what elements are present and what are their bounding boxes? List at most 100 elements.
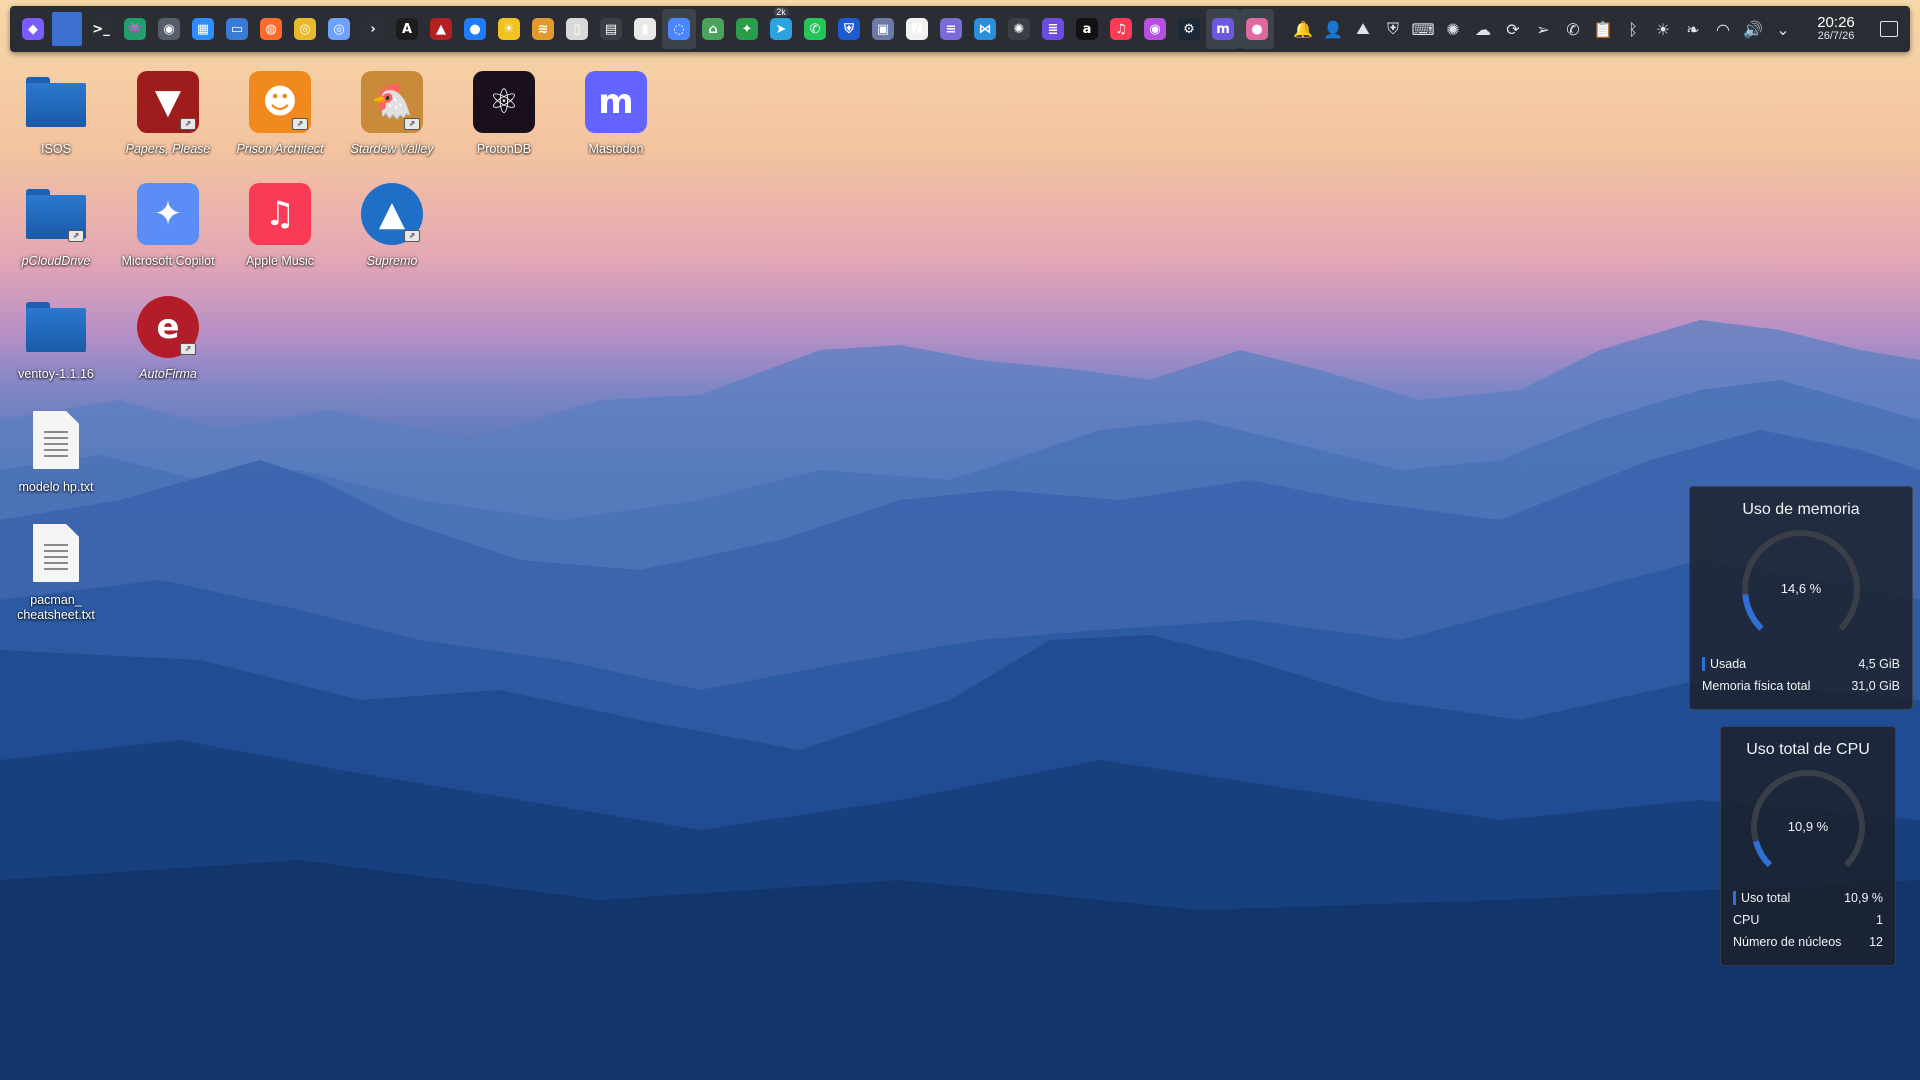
desktop-icon-autofirma[interactable]: e ⇗ AutoFirma — [116, 295, 220, 382]
taskbar-kde-launcher-button[interactable]: ◆ — [16, 9, 50, 49]
taskbar-weather-button[interactable]: ☀ — [492, 9, 526, 49]
taskbar-telegram-button[interactable]: ➤ 2k — [764, 7, 798, 49]
text-editor-icon: A — [396, 18, 418, 40]
desktop-icon-isos[interactable]: ISOS — [4, 70, 108, 157]
clipboard-icon[interactable]: 📋 — [1588, 9, 1618, 49]
show-desktop-button[interactable] — [1880, 21, 1898, 37]
desktop-icon-microsoft-copilot[interactable]: ✦ Microsoft Copilot — [116, 182, 220, 269]
taskbar-editor-button[interactable]: ≣ — [1036, 9, 1070, 49]
network-drive-icon[interactable]: ⛰ — [1348, 9, 1378, 49]
podcasts-icon: ◉ — [1144, 18, 1166, 40]
taskbar-chatgpt-button[interactable]: ✺ — [1002, 9, 1036, 49]
desktop-icon-mastodon[interactable]: m Mastodon — [564, 70, 668, 157]
taskbar-ghost-game-button[interactable]: 👾 — [118, 9, 152, 49]
cpu-stat-label-text: CPU — [1733, 913, 1760, 927]
cpu-stat-row: Número de núcleos 12 — [1733, 935, 1883, 949]
app-icon: ◉ — [158, 18, 180, 40]
taskbar-apple-music-button[interactable]: ♫ — [1104, 9, 1138, 49]
desktop-icon-ventoy-1-1-16[interactable]: ventoy-1.1.16 — [4, 295, 108, 382]
notifications-icon[interactable]: 🔔 — [1288, 9, 1318, 49]
taskbar-pager-desktop-button[interactable] — [50, 9, 84, 49]
taskbar-chrome-button[interactable]: ◎ — [288, 9, 322, 49]
taskbar-document-button[interactable]: ▯ — [560, 9, 594, 49]
shortcut-arrow-icon: ⇗ — [180, 118, 196, 130]
text-file-icon — [24, 521, 88, 585]
desktop-icon-protondb[interactable]: ⚛ ProtonDB — [452, 70, 556, 157]
app-glyph-icon: ♫ — [249, 183, 311, 245]
taskbar-drive-button[interactable]: ⌂ — [696, 9, 730, 49]
taskbar-file-manager-button[interactable]: ▭ — [220, 9, 254, 49]
send-icon[interactable]: ➢ — [1528, 9, 1558, 49]
taskbar-firefox-button[interactable]: ◍ — [254, 9, 288, 49]
desktop-icon-prison-architect[interactable]: ☻ ⇗ Prison Architect — [228, 70, 332, 157]
taskbar-calendar-button[interactable]: ▦ — [186, 9, 220, 49]
cpu-usage-widget[interactable]: Uso total de CPU 10,9 % Uso total 10,9 % C… — [1720, 726, 1896, 966]
memory-usage-widget[interactable]: Uso de memoria 14,6 % Usada 4,5 GiB Memori… — [1689, 486, 1913, 710]
taskbar-maps-button[interactable]: ✦ — [730, 9, 764, 49]
volume-icon[interactable]: 🔊 — [1738, 9, 1768, 49]
taskbar-podcasts-button[interactable]: ◉ — [1138, 9, 1172, 49]
taskbar-notes-button[interactable]: ▮ — [628, 9, 662, 49]
notes-icon: ▮ — [634, 18, 656, 40]
desktop-icon-label: Stardew Valley — [350, 142, 434, 156]
bluetooth-icon[interactable]: ᛒ — [1618, 9, 1648, 49]
desktop-icon-pacman-cheatsheet-txt[interactable]: pacman_ cheatsheet.txt — [4, 521, 108, 623]
desktop-icon-supremo[interactable]: ▲ ⇗ Supremo — [340, 182, 444, 269]
wifi-icon[interactable]: ◠ — [1708, 9, 1738, 49]
taskbar-app-pink-button[interactable]: ● — [1240, 9, 1274, 49]
taskbar-whatsapp-button[interactable]: ✆ — [798, 9, 832, 49]
app-glyph-icon: m — [585, 71, 647, 133]
desktop-icon-apple-music[interactable]: ♫ Apple Music — [228, 182, 332, 269]
taskbar-browser-button[interactable]: ● — [458, 9, 492, 49]
taskbar-chromium-button[interactable]: ◎ — [322, 9, 356, 49]
whatsapp-tray-icon[interactable]: ✆ — [1558, 9, 1588, 49]
taskbar-app-active-button[interactable]: ◌ — [662, 9, 696, 49]
taskbar-notion-button[interactable]: N — [900, 9, 934, 49]
shortcut-arrow-icon: ⇗ — [404, 118, 420, 130]
desktop-icon-label: Prison Architect — [236, 142, 324, 156]
layers-icon: ≋ — [532, 18, 554, 40]
taskbar-steam-button[interactable]: ⚙ — [1172, 9, 1206, 49]
app-icon: 🐔 ⇗ — [360, 70, 424, 134]
firefox-icon: ◍ — [260, 18, 282, 40]
taskbar-terminal-button[interactable]: >_ — [84, 9, 118, 49]
desktop-icon-label: pCloudDrive — [21, 254, 91, 268]
settings-sun-icon[interactable]: ✺ — [1438, 9, 1468, 49]
taskbar-layers-button[interactable]: ≋ — [526, 9, 560, 49]
cloud-icon[interactable]: ☁ — [1468, 9, 1498, 49]
app-glyph-icon: ✦ — [137, 183, 199, 245]
taskbar-mastodon-button[interactable]: m — [1206, 9, 1240, 49]
cpu-stat-label: Uso total — [1733, 891, 1790, 905]
digital-clock[interactable]: 20:26 26/7/26 — [1804, 15, 1868, 42]
desktop-icon-papers-please[interactable]: ▼ ⇗ Papers, Please — [116, 70, 220, 157]
sync-icon[interactable]: ⟳ — [1498, 9, 1528, 49]
user-icon[interactable]: 👤 — [1318, 9, 1348, 49]
taskbar-vscode-button[interactable]: ⋈ — [968, 9, 1002, 49]
bitwarden-tray-icon[interactable]: ⛨ — [1378, 9, 1408, 49]
taskbar-app-button[interactable]: ◉ — [152, 9, 186, 49]
taskbar-text-editor-button[interactable]: A — [390, 9, 424, 49]
taskbar-bitwarden-button[interactable]: ⛨ — [832, 9, 866, 49]
leaf-icon[interactable]: ❧ — [1678, 9, 1708, 49]
taskbar-konsole-button[interactable]: › — [356, 9, 390, 49]
taskbar-remote-desktop-button[interactable]: ▣ — [866, 9, 900, 49]
keyboard-icon[interactable]: ⌨ — [1408, 9, 1438, 49]
memory-stat-label: Usada — [1702, 657, 1746, 671]
taskbar-app-list-button[interactable]: ≡ — [934, 9, 968, 49]
brightness-icon[interactable]: ☀ — [1648, 9, 1678, 49]
shortcut-arrow-icon: ⇗ — [292, 118, 308, 130]
apple-music-icon: ♫ — [1110, 18, 1132, 40]
desktop-icon-modelo-hp-txt[interactable]: modelo hp.txt — [4, 408, 108, 495]
memory-stat-value: 31,0 GiB — [1851, 679, 1900, 693]
memory-widget-title: Uso de memoria — [1742, 501, 1860, 518]
taskbar-papers-please-button[interactable]: ▲ — [424, 9, 458, 49]
browser-icon: ● — [464, 18, 486, 40]
shortcut-arrow-icon: ⇗ — [68, 230, 84, 242]
shortcut-arrow-icon: ⇗ — [404, 230, 420, 242]
taskbar-amazon-button[interactable]: a — [1070, 9, 1104, 49]
taskbar-calculator-button[interactable]: ▤ — [594, 9, 628, 49]
chevron-up-icon[interactable]: ⌄ — [1768, 9, 1798, 49]
desktop-icon-stardew-valley[interactable]: 🐔 ⇗ Stardew Valley — [340, 70, 444, 157]
desktop-icon-pclouddrive[interactable]: ⇗ pCloudDrive — [4, 182, 108, 269]
memory-stat-label-text: Memoria física total — [1702, 679, 1811, 693]
